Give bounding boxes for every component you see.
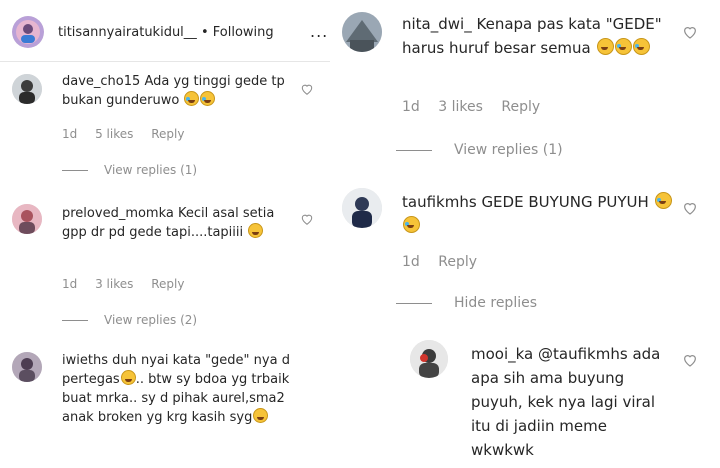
- replies-line: [62, 170, 88, 171]
- comment-time: 1d: [62, 277, 78, 291]
- comment-likes[interactable]: 3 likes: [438, 99, 483, 115]
- reply-mention[interactable]: @taufikmhs: [538, 345, 628, 363]
- comment-username[interactable]: taufikmhs: [402, 193, 477, 211]
- avatar[interactable]: [12, 74, 42, 104]
- grin-emoji-icon: [120, 370, 136, 385]
- heart-icon[interactable]: [300, 212, 314, 226]
- grin-emoji-icon: [248, 223, 264, 238]
- comment-username[interactable]: preloved_momka: [62, 206, 174, 221]
- view-replies-button[interactable]: View replies (1): [396, 142, 563, 158]
- rofl-emoji-icon: [632, 38, 650, 55]
- view-replies-button[interactable]: View replies (2): [62, 313, 197, 327]
- hide-replies-label: Hide replies: [454, 295, 538, 311]
- comment-text: preloved_momka Kecil asal setia gpp dr p…: [62, 204, 282, 242]
- replies-line: [396, 302, 432, 304]
- heart-icon[interactable]: [682, 200, 698, 216]
- avatar[interactable]: [342, 188, 382, 228]
- comment-time: 1d: [402, 254, 420, 270]
- comment-username[interactable]: dave_cho15: [62, 74, 140, 89]
- avatar[interactable]: [342, 12, 382, 52]
- header-username[interactable]: titisannyairatukidul__: [58, 25, 197, 40]
- follow-status[interactable]: Following: [213, 25, 274, 40]
- rofl-emoji-icon: [184, 91, 200, 106]
- comment-username[interactable]: nita_dwi_: [402, 15, 472, 33]
- smile-emoji-icon: [596, 38, 614, 55]
- reply-button[interactable]: Reply: [151, 127, 184, 141]
- rofl-emoji-icon: [200, 91, 216, 106]
- comment-text: dave_cho15 Ada yg tinggi gede tp bukan g…: [62, 72, 292, 110]
- avatar[interactable]: [12, 352, 42, 382]
- comment-text: taufikmhs GEDE BUYUNG PUYUH: [402, 190, 672, 238]
- comment-username[interactable]: iwieths: [62, 353, 108, 368]
- heart-icon[interactable]: [300, 82, 314, 96]
- reply-button[interactable]: Reply: [151, 277, 184, 291]
- comment-meta: 1d Reply: [402, 254, 491, 270]
- comment-likes[interactable]: 3 likes: [95, 277, 133, 291]
- right-comments-panel: nita_dwi_ Kenapa pas kata "GEDE" harus h…: [336, 0, 720, 468]
- more-icon[interactable]: ...: [310, 22, 328, 41]
- joy-emoji-icon: [403, 216, 420, 233]
- joy-emoji-icon: [654, 192, 672, 209]
- grin-emoji-icon: [253, 408, 269, 423]
- reply-text: mooi_ka @taufikmhs ada apa sih ama buyun…: [471, 342, 671, 462]
- reply-button[interactable]: Reply: [438, 254, 477, 270]
- comment-meta: 1d 3 likes Reply: [402, 99, 554, 115]
- heart-icon[interactable]: [682, 24, 698, 40]
- comment-meta: 1d 5 likes Reply: [62, 127, 198, 141]
- comment-body: GEDE BUYUNG PUYUH: [481, 193, 649, 211]
- reply-button[interactable]: Reply: [501, 99, 540, 115]
- heart-icon[interactable]: [682, 352, 698, 368]
- left-comments-panel: titisannyairatukidul__ • Following ... d…: [0, 0, 330, 468]
- view-replies-label: View replies (1): [104, 163, 198, 177]
- avatar[interactable]: [12, 204, 42, 234]
- rofl-emoji-icon: [614, 38, 632, 55]
- view-replies-label: View replies (2): [104, 313, 198, 327]
- view-replies-label: View replies (1): [454, 142, 563, 158]
- hide-replies-button[interactable]: Hide replies: [396, 295, 537, 311]
- header-separator: •: [196, 25, 213, 40]
- comment-text: nita_dwi_ Kenapa pas kata "GEDE" harus h…: [402, 12, 672, 60]
- replies-line: [62, 320, 88, 321]
- avatar[interactable]: [410, 340, 448, 378]
- post-header: titisannyairatukidul__ • Following ...: [0, 0, 330, 62]
- comment-time: 1d: [62, 127, 78, 141]
- header-username-line: titisannyairatukidul__ • Following: [58, 25, 274, 40]
- view-replies-button[interactable]: View replies (1): [62, 163, 197, 177]
- header-avatar[interactable]: [12, 16, 44, 48]
- replies-line: [396, 149, 432, 151]
- comment-text: iwieths duh nyai kata "gede" nya d perte…: [62, 351, 307, 427]
- comment-likes[interactable]: 5 likes: [95, 127, 133, 141]
- reply-username[interactable]: mooi_ka: [471, 345, 533, 363]
- comment-meta: 1d 3 likes Reply: [62, 277, 198, 291]
- comment-time: 1d: [402, 99, 420, 115]
